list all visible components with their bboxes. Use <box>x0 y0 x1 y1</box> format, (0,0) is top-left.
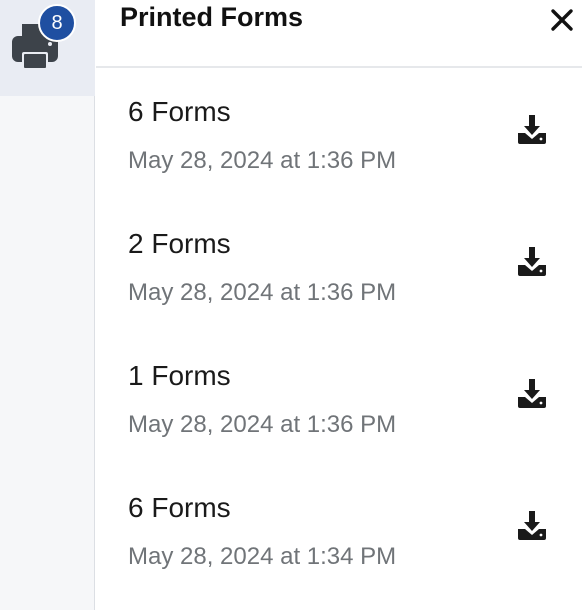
download-icon[interactable] <box>516 377 548 409</box>
panel-header: Printed Forms <box>96 0 582 68</box>
download-icon[interactable] <box>516 245 548 277</box>
download-icon[interactable] <box>516 509 548 541</box>
list-item[interactable]: 6 Forms May 28, 2024 at 1:34 PM <box>96 464 582 596</box>
printed-forms-panel: Printed Forms 6 Forms May 28, 2024 at 1:… <box>96 0 582 610</box>
item-date: May 28, 2024 at 1:34 PM <box>128 543 397 570</box>
printed-forms-list: 6 Forms May 28, 2024 at 1:36 PM 2 Forms … <box>96 68 582 596</box>
close-icon[interactable] <box>550 8 574 32</box>
print-count-badge: 8 <box>38 4 76 42</box>
side-rail: 8 <box>0 0 95 610</box>
item-title: 6 Forms <box>128 492 231 523</box>
panel-title: Printed Forms <box>120 2 304 32</box>
printed-forms-tab[interactable]: 8 <box>0 0 95 96</box>
list-item[interactable]: 1 Forms May 28, 2024 at 1:36 PM <box>96 332 582 464</box>
list-item[interactable]: 6 Forms May 28, 2024 at 1:36 PM <box>96 68 582 200</box>
download-icon[interactable] <box>516 113 548 145</box>
item-date: May 28, 2024 at 1:36 PM <box>128 147 397 174</box>
app-root: 8 Printed Forms 6 Forms May 28, 2024 at … <box>0 0 582 610</box>
item-title: 6 Forms <box>128 96 231 127</box>
item-title: 1 Forms <box>128 360 231 391</box>
item-date: May 28, 2024 at 1:36 PM <box>128 411 397 438</box>
item-title: 2 Forms <box>128 228 231 259</box>
list-item[interactable]: 2 Forms May 28, 2024 at 1:36 PM <box>96 200 582 332</box>
item-date: May 28, 2024 at 1:36 PM <box>128 279 397 306</box>
